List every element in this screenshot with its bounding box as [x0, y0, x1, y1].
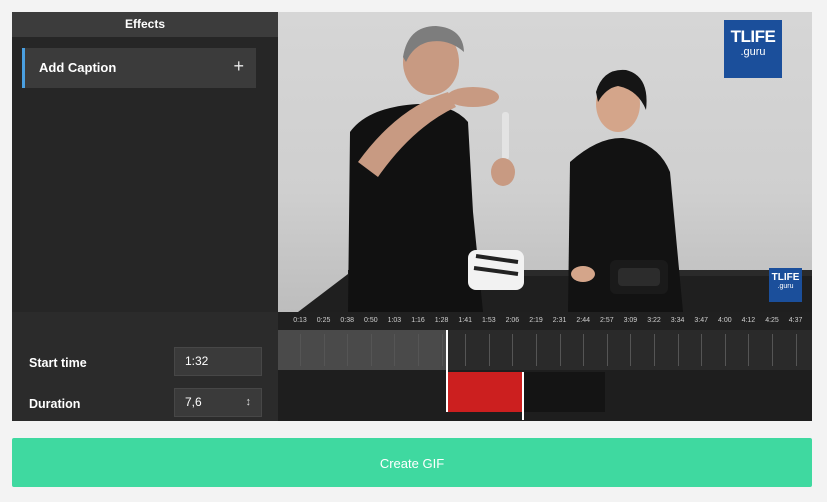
tick-mark: [583, 334, 585, 366]
tick-mark: [772, 334, 773, 366]
tick-mark: [748, 334, 750, 366]
tick-label: 2:57: [599, 317, 614, 324]
tick-label: 3:09: [623, 317, 638, 324]
tick-mark: [370, 334, 372, 366]
tick-label: 4:37: [788, 317, 803, 324]
tick-label: 1:28: [434, 317, 449, 324]
tick-label: 2:06: [505, 317, 520, 324]
tick-mark: [394, 334, 396, 366]
timeline-track[interactable]: [278, 330, 812, 370]
create-gif-button[interactable]: Create GIF: [12, 438, 812, 487]
tick-mark: [488, 334, 490, 366]
tick-label: 1:41: [458, 317, 472, 324]
add-caption-button[interactable]: Add Caption +: [22, 48, 256, 88]
tick-mark: [795, 334, 797, 366]
tick-label: 0:13: [293, 317, 307, 324]
tick-label: 2:31: [552, 317, 567, 324]
tick-mark: [512, 334, 514, 366]
effects-header: Effects: [12, 12, 278, 37]
video-preview[interactable]: TLIFE .guru TLIFE .guru: [278, 12, 812, 312]
brand-watermark: TLIFE .guru: [769, 268, 802, 302]
tick-mark: [724, 334, 726, 366]
timeline-ticks: 0:13 0:25 0:38 0:50 1:03 1:16 1:28 1:41 1:53 2:06…: [278, 312, 812, 330]
tick-label: 4:25: [765, 317, 779, 324]
selected-segment[interactable]: [447, 372, 524, 412]
start-time-label: Start time: [29, 356, 87, 370]
gif-settings: Start time 1:32 Duration 7,6 ↕: [12, 312, 278, 421]
playhead-handle[interactable]: [446, 330, 449, 412]
tick-label: 2:19: [529, 317, 543, 324]
tick-label: 1:03: [387, 317, 402, 324]
tick-mark: [441, 334, 443, 366]
plus-icon: +: [233, 56, 244, 76]
start-time-input[interactable]: 1:32: [174, 347, 262, 376]
tick-label: 4:00: [717, 317, 732, 324]
tick-mark: [654, 334, 655, 366]
segment-row: [278, 370, 812, 421]
stepper-icon[interactable]: ↕: [246, 389, 252, 416]
gif-editor: Effects Add Caption + TLIFE .guru TLIFE …: [12, 12, 812, 421]
tick-label: 3:34: [670, 317, 685, 324]
tick-mark: [300, 334, 301, 366]
tick-mark: [606, 334, 608, 366]
tick-mark: [347, 334, 349, 366]
tick-label: 1:53: [481, 317, 496, 324]
duration-input[interactable]: 7,6 ↕: [174, 388, 262, 417]
played-region: [278, 330, 448, 370]
tick-label: 3:47: [694, 317, 708, 324]
selection-end-handle[interactable]: [522, 372, 525, 420]
tick-mark: [677, 334, 679, 366]
duration-label: Duration: [29, 397, 81, 411]
tick-mark: [536, 334, 537, 366]
tick-label: 2:44: [576, 317, 590, 324]
add-caption-label: Add Caption: [39, 60, 117, 75]
tick-label: 0:38: [340, 317, 354, 324]
tick-mark: [323, 334, 325, 366]
tick-mark: [630, 334, 632, 366]
tick-label: 1:16: [411, 317, 425, 324]
tick-label: 0:50: [363, 317, 378, 324]
tick-mark: [465, 334, 467, 366]
tick-label: 3:22: [647, 317, 661, 324]
tick-label: 0:25: [316, 317, 331, 324]
tick-label: 4:12: [741, 317, 756, 324]
tick-mark: [418, 334, 419, 366]
brand-logo: TLIFE .guru: [724, 20, 782, 78]
timeline[interactable]: 0:13 0:25 0:38 0:50 1:03 1:16 1:28 1:41 1:53 2:06…: [278, 312, 812, 421]
tick-mark: [701, 334, 703, 366]
effects-panel: Effects Add Caption +: [12, 12, 290, 312]
tick-mark: [559, 334, 561, 366]
